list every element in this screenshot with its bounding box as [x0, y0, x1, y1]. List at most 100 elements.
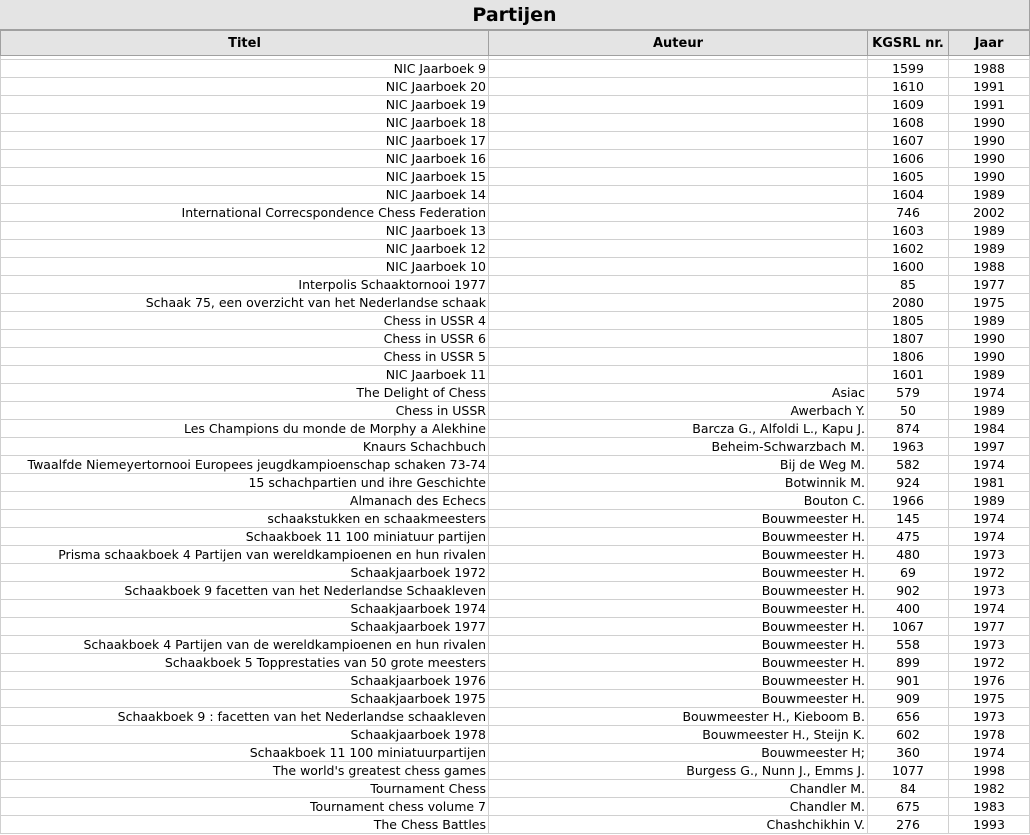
- cell-kgsrl-nr[interactable]: 602: [867, 725, 949, 744]
- cell-jaar[interactable]: 1989: [948, 185, 1030, 204]
- cell-jaar[interactable]: 1989: [948, 239, 1030, 258]
- cell-titel[interactable]: Chess in USSR 6: [0, 329, 489, 348]
- cell-titel[interactable]: NIC Jaarboek 15: [0, 167, 489, 186]
- cell-auteur[interactable]: [488, 149, 868, 168]
- cell-jaar[interactable]: 1984: [948, 419, 1030, 438]
- cell-jaar[interactable]: 1993: [948, 815, 1030, 834]
- column-header-titel[interactable]: Titel: [0, 30, 489, 56]
- cell-titel[interactable]: NIC Jaarboek 9: [0, 59, 489, 78]
- cell-kgsrl-nr[interactable]: 874: [867, 419, 949, 438]
- cell-kgsrl-nr[interactable]: 1807: [867, 329, 949, 348]
- cell-auteur[interactable]: [488, 365, 868, 384]
- cell-titel[interactable]: NIC Jaarboek 18: [0, 113, 489, 132]
- cell-auteur[interactable]: Bouwmeester H.: [488, 545, 868, 564]
- cell-kgsrl-nr[interactable]: 1607: [867, 131, 949, 150]
- cell-kgsrl-nr[interactable]: 475: [867, 527, 949, 546]
- cell-jaar[interactable]: 2002: [948, 203, 1030, 222]
- cell-titel[interactable]: NIC Jaarboek 19: [0, 95, 489, 114]
- cell-kgsrl-nr[interactable]: 50: [867, 401, 949, 420]
- cell-kgsrl-nr[interactable]: 1806: [867, 347, 949, 366]
- cell-jaar[interactable]: 1997: [948, 437, 1030, 456]
- cell-titel[interactable]: Schaak 75, een overzicht van het Nederla…: [0, 293, 489, 312]
- cell-auteur[interactable]: Bouwmeester H.: [488, 509, 868, 528]
- cell-auteur[interactable]: Bij de Weg M.: [488, 455, 868, 474]
- cell-jaar[interactable]: 1991: [948, 95, 1030, 114]
- cell-auteur[interactable]: [488, 185, 868, 204]
- cell-jaar[interactable]: 1977: [948, 617, 1030, 636]
- cell-titel[interactable]: Schaakjaarboek 1976: [0, 671, 489, 690]
- cell-kgsrl-nr[interactable]: 746: [867, 203, 949, 222]
- cell-kgsrl-nr[interactable]: 1608: [867, 113, 949, 132]
- cell-jaar[interactable]: 1974: [948, 599, 1030, 618]
- cell-jaar[interactable]: 1976: [948, 671, 1030, 690]
- cell-jaar[interactable]: 1981: [948, 473, 1030, 492]
- cell-titel[interactable]: Tournament Chess: [0, 779, 489, 798]
- cell-titel[interactable]: Prisma schaakboek 4 Partijen van wereldk…: [0, 545, 489, 564]
- cell-kgsrl-nr[interactable]: 579: [867, 383, 949, 402]
- cell-titel[interactable]: 15 schachpartien und ihre Geschichte: [0, 473, 489, 492]
- cell-titel[interactable]: The world's greatest chess games: [0, 761, 489, 780]
- column-header-auteur[interactable]: Auteur: [488, 30, 868, 56]
- cell-jaar[interactable]: 1989: [948, 401, 1030, 420]
- cell-titel[interactable]: NIC Jaarboek 12: [0, 239, 489, 258]
- cell-auteur[interactable]: Bouwmeester H.: [488, 563, 868, 582]
- cell-auteur[interactable]: [488, 167, 868, 186]
- cell-titel[interactable]: Schaakboek 9 facetten van het Nederlands…: [0, 581, 489, 600]
- cell-kgsrl-nr[interactable]: 1605: [867, 167, 949, 186]
- cell-kgsrl-nr[interactable]: 1609: [867, 95, 949, 114]
- cell-titel[interactable]: NIC Jaarboek 13: [0, 221, 489, 240]
- cell-auteur[interactable]: Bouwmeester H., Kieboom B.: [488, 707, 868, 726]
- cell-kgsrl-nr[interactable]: 1966: [867, 491, 949, 510]
- cell-auteur[interactable]: Bouwmeester H., Steijn K.: [488, 725, 868, 744]
- cell-auteur[interactable]: [488, 131, 868, 150]
- cell-auteur[interactable]: Beheim-Schwarzbach M.: [488, 437, 868, 456]
- cell-kgsrl-nr[interactable]: 480: [867, 545, 949, 564]
- cell-jaar[interactable]: 1983: [948, 797, 1030, 816]
- cell-jaar[interactable]: 1975: [948, 293, 1030, 312]
- cell-titel[interactable]: Knaurs Schachbuch: [0, 437, 489, 456]
- cell-titel[interactable]: Twaalfde Niemeyertornooi Europees jeugdk…: [0, 455, 489, 474]
- column-header-jaar[interactable]: Jaar: [948, 30, 1030, 56]
- cell-auteur[interactable]: Chashchikhin V.: [488, 815, 868, 834]
- cell-jaar[interactable]: 1978: [948, 725, 1030, 744]
- cell-kgsrl-nr[interactable]: 1599: [867, 59, 949, 78]
- cell-titel[interactable]: Chess in USSR: [0, 401, 489, 420]
- cell-auteur[interactable]: Bouwmeester H.: [488, 671, 868, 690]
- cell-titel[interactable]: International Correcspondence Chess Fede…: [0, 203, 489, 222]
- cell-kgsrl-nr[interactable]: 84: [867, 779, 949, 798]
- cell-titel[interactable]: Schaakjaarboek 1974: [0, 599, 489, 618]
- cell-jaar[interactable]: 1973: [948, 545, 1030, 564]
- cell-kgsrl-nr[interactable]: 85: [867, 275, 949, 294]
- cell-kgsrl-nr[interactable]: 901: [867, 671, 949, 690]
- cell-kgsrl-nr[interactable]: 1604: [867, 185, 949, 204]
- cell-jaar[interactable]: 1989: [948, 365, 1030, 384]
- cell-jaar[interactable]: 1982: [948, 779, 1030, 798]
- cell-jaar[interactable]: 1988: [948, 59, 1030, 78]
- cell-jaar[interactable]: 1990: [948, 329, 1030, 348]
- cell-jaar[interactable]: 1974: [948, 527, 1030, 546]
- cell-titel[interactable]: Schaakboek 11 100 miniatuurpartijen: [0, 743, 489, 762]
- cell-titel[interactable]: Schaakjaarboek 1972: [0, 563, 489, 582]
- column-header-kgsrl-nr[interactable]: KGSRL nr.: [867, 30, 949, 56]
- cell-auteur[interactable]: [488, 113, 868, 132]
- cell-jaar[interactable]: 1974: [948, 455, 1030, 474]
- cell-titel[interactable]: Almanach des Echecs: [0, 491, 489, 510]
- cell-auteur[interactable]: Botwinnik M.: [488, 473, 868, 492]
- cell-auteur[interactable]: Bouwmeester H.: [488, 527, 868, 546]
- cell-titel[interactable]: The Chess Battles: [0, 815, 489, 834]
- cell-titel[interactable]: Chess in USSR 4: [0, 311, 489, 330]
- cell-auteur[interactable]: Bouwmeester H.: [488, 635, 868, 654]
- cell-auteur[interactable]: Bouwmeester H.: [488, 653, 868, 672]
- cell-titel[interactable]: Interpolis Schaaktornooi 1977: [0, 275, 489, 294]
- cell-auteur[interactable]: Asiac: [488, 383, 868, 402]
- cell-auteur[interactable]: Bouwmeester H;: [488, 743, 868, 762]
- cell-auteur[interactable]: [488, 239, 868, 258]
- cell-auteur[interactable]: Bouwmeester H.: [488, 599, 868, 618]
- cell-auteur[interactable]: [488, 311, 868, 330]
- cell-auteur[interactable]: [488, 221, 868, 240]
- cell-titel[interactable]: NIC Jaarboek 14: [0, 185, 489, 204]
- cell-titel[interactable]: NIC Jaarboek 20: [0, 77, 489, 96]
- cell-kgsrl-nr[interactable]: 1601: [867, 365, 949, 384]
- cell-jaar[interactable]: 1989: [948, 221, 1030, 240]
- cell-jaar[interactable]: 1989: [948, 491, 1030, 510]
